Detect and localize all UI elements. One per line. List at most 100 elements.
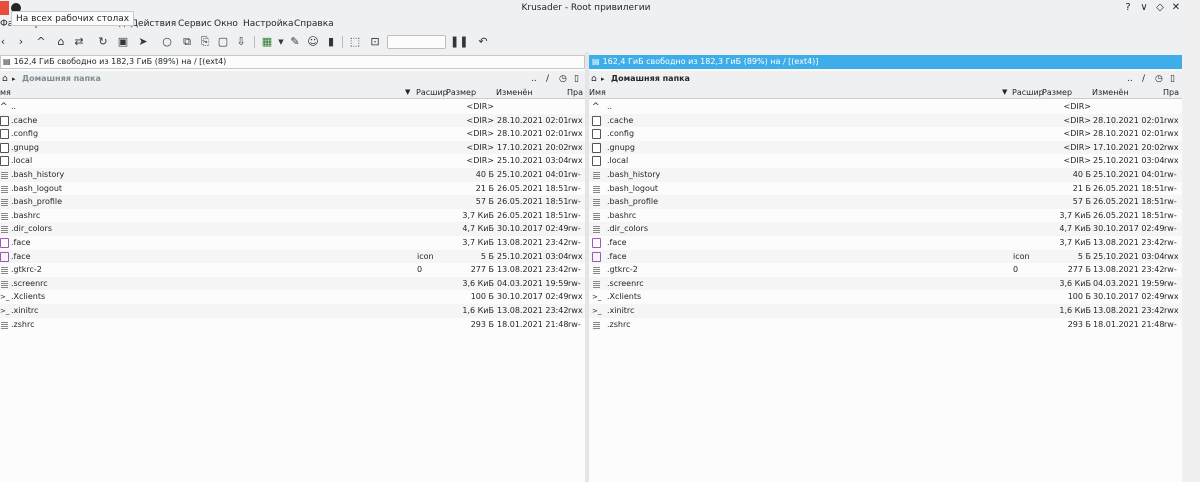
file-row[interactable]: .screenrc 3,6 КиБ 04.03.2021 19:59 rw-: [589, 276, 1182, 291]
root-dir-button[interactable]: /: [1142, 71, 1145, 87]
undo-icon[interactable]: ↶: [476, 35, 490, 49]
file-row[interactable]: .gtkrc-2 0 277 Б 13.08.2021 23:42 rw-: [0, 263, 585, 277]
file-row[interactable]: >_ .Xclients 100 Б 30.10.2017 02:49 rwx: [589, 290, 1182, 304]
up-icon[interactable]: ^: [34, 35, 48, 49]
file-perms: rw-: [1164, 210, 1177, 220]
history-icon[interactable]: ◷: [559, 71, 567, 87]
file-date: 13.08.2021 23:42: [497, 305, 569, 315]
menu-tools[interactable]: Сервис: [178, 19, 212, 29]
file-row[interactable]: .bash_history 40 Б 25.10.2021 04:01 rw-: [589, 167, 1182, 182]
file-row[interactable]: >_ .Xclients 100 Б 30.10.2017 02:49 rwx: [0, 290, 585, 304]
file-row[interactable]: .face icon 5 Б 25.10.2021 03:04 rwx: [589, 249, 1182, 264]
file-perms: rwx: [568, 305, 583, 315]
refresh-icon[interactable]: ↻: [96, 35, 110, 49]
file-row[interactable]: .config <DIR> 28.10.2021 02:01 rwx: [589, 127, 1182, 141]
pack-icon[interactable]: ▦: [260, 35, 274, 49]
file-row[interactable]: .bashrc 3,7 КиБ 26.05.2021 18:51 rw-: [0, 209, 585, 223]
file-row[interactable]: .bash_profile 57 Б 26.05.2021 18:51 rw-: [589, 195, 1182, 209]
folder-icon: [0, 115, 9, 126]
free-space-bar[interactable]: ▤ 162,4 ГиБ свободно из 182,3 ГиБ (89%) н…: [0, 55, 585, 69]
file-row[interactable]: .bash_profile 57 Б 26.05.2021 18:51 rw-: [0, 195, 585, 209]
menu-window[interactable]: Окно: [214, 19, 238, 29]
user-icon[interactable]: ☺: [306, 35, 320, 49]
copy-icon[interactable]: ⧉: [180, 35, 194, 49]
file-row[interactable]: .zshrc 293 Б 18.01.2021 21:48 rw-: [0, 318, 585, 332]
col-perms[interactable]: Пра: [1163, 87, 1179, 98]
sync-icon[interactable]: ⇄: [72, 35, 86, 49]
menu-settings[interactable]: Настройка: [243, 19, 294, 29]
parent-dir-button[interactable]: ..: [1127, 71, 1133, 87]
file-date: 28.10.2021 02:01: [1093, 115, 1165, 125]
file-row[interactable]: .dir_colors 4,7 КиБ 30.10.2017 02:49 rw-: [589, 222, 1182, 236]
file-row[interactable]: .bash_history 40 Б 25.10.2021 04:01 rw-: [0, 167, 585, 182]
col-modified[interactable]: Изменён: [496, 87, 533, 98]
file-row[interactable]: .gtkrc-2 0 277 Б 13.08.2021 23:42 rw-: [589, 263, 1182, 277]
path-bar[interactable]: ⌂ ▸ Домашняя папка .. / ◷ ▯: [0, 71, 585, 87]
file-row[interactable]: .local <DIR> 25.10.2021 03:04 rwx: [589, 154, 1182, 168]
maximize-icon[interactable]: ◇: [1154, 2, 1166, 14]
move-icon[interactable]: ⎘: [198, 35, 212, 49]
home-icon[interactable]: ⌂: [54, 35, 68, 49]
file-row[interactable]: .local <DIR> 25.10.2021 03:04 rwx: [0, 154, 585, 168]
free-space-bar[interactable]: ▤ 162,4 ГиБ свободно из 182,3 ГиБ (89%) н…: [589, 55, 1182, 69]
dropdown-icon[interactable]: ▼: [274, 35, 288, 49]
pointer-icon[interactable]: ➤: [136, 35, 150, 49]
pause-icon[interactable]: ❚❚: [450, 35, 468, 49]
file-date: 25.10.2021 03:04: [1093, 251, 1165, 261]
file-row[interactable]: .bashrc 3,7 КиБ 26.05.2021 18:51 rw-: [589, 209, 1182, 223]
col-perms[interactable]: Пра: [567, 87, 583, 98]
bookmark-icon[interactable]: ▯: [1170, 71, 1175, 87]
root-dir-button[interactable]: /: [546, 71, 549, 87]
crop-icon[interactable]: ⬚: [348, 35, 362, 49]
col-modified[interactable]: Изменён: [1092, 87, 1129, 98]
file-size: 40 Б: [475, 169, 494, 179]
col-name[interactable]: Имя: [589, 87, 606, 98]
minimize-icon[interactable]: ∨: [1138, 2, 1150, 14]
parent-dir-button[interactable]: ..: [531, 71, 537, 87]
file-perms: rwx: [568, 115, 583, 125]
filter-input[interactable]: [387, 35, 446, 49]
file-row[interactable]: .gnupg <DIR> 17.10.2021 20:02 rwx: [589, 140, 1182, 155]
file-row[interactable]: .cache <DIR> 28.10.2021 02:01 rwx: [589, 113, 1182, 128]
file-date: 25.10.2021 03:04: [497, 251, 569, 261]
file-row[interactable]: .zshrc 293 Б 18.01.2021 21:48 rw-: [589, 318, 1182, 332]
file-row[interactable]: ^.. <DIR>: [0, 100, 585, 114]
col-ext[interactable]: Расшир: [1012, 87, 1044, 98]
file-row[interactable]: .face 3,7 КиБ 13.08.2021 23:42 rw-: [589, 236, 1182, 250]
file-row[interactable]: .cache <DIR> 28.10.2021 02:01 rwx: [0, 113, 585, 128]
edit-icon[interactable]: ✎: [288, 35, 302, 49]
history-icon[interactable]: ◷: [1155, 71, 1163, 87]
file-row[interactable]: >_ .xinitrc 1,6 КиБ 13.08.2021 23:42 rwx: [589, 303, 1182, 318]
col-size[interactable]: Размер: [446, 87, 476, 98]
file-row[interactable]: .screenrc 3,6 КиБ 04.03.2021 19:59 rw-: [0, 276, 585, 291]
help-icon[interactable]: ?: [1122, 2, 1134, 14]
file-row[interactable]: .dir_colors 4,7 КиБ 30.10.2017 02:49 rw-: [0, 222, 585, 236]
search-icon[interactable]: ○: [160, 35, 174, 49]
forward-icon[interactable]: ›: [14, 35, 28, 49]
bookmark-icon[interactable]: ▯: [574, 71, 579, 87]
menu-actions[interactable]: Действия: [131, 19, 176, 29]
file-row[interactable]: .bash_logout 21 Б 26.05.2021 18:51 rw-: [0, 182, 585, 196]
compare-icon[interactable]: ▣: [116, 35, 130, 49]
file-row[interactable]: .face icon 5 Б 25.10.2021 03:04 rwx: [0, 249, 585, 264]
mkdir-icon[interactable]: ▢: [216, 35, 230, 49]
file-date: 04.03.2021 19:59: [497, 278, 569, 288]
menu-help[interactable]: Справка: [294, 19, 334, 29]
file-row[interactable]: ^.. <DIR>: [589, 100, 1182, 114]
split-icon[interactable]: ⊡: [368, 35, 382, 49]
file-row[interactable]: .config <DIR> 28.10.2021 02:01 rwx: [0, 127, 585, 141]
col-name[interactable]: Имя: [0, 87, 11, 98]
file-row[interactable]: >_ .xinitrc 1,6 КиБ 13.08.2021 23:42 rwx: [0, 303, 585, 318]
col-size[interactable]: Размер: [1042, 87, 1072, 98]
path-bar[interactable]: ⌂ ▸ Домашняя папка .. / ◷ ▯: [589, 71, 1182, 87]
unpack-icon[interactable]: ⇩: [234, 35, 248, 49]
delete-icon[interactable]: ▮: [324, 35, 338, 49]
file-size: <DIR>: [466, 156, 494, 166]
file-row[interactable]: .face 3,7 КиБ 13.08.2021 23:42 rw-: [0, 236, 585, 250]
col-ext[interactable]: Расшир: [416, 87, 448, 98]
back-icon[interactable]: ‹: [0, 35, 10, 49]
file-row[interactable]: .bash_logout 21 Б 26.05.2021 18:51 rw-: [589, 182, 1182, 196]
file-row[interactable]: .gnupg <DIR> 17.10.2021 20:02 rwx: [0, 140, 585, 155]
close-icon[interactable]: ✕: [1170, 2, 1182, 14]
file-perms: rw-: [568, 319, 581, 329]
